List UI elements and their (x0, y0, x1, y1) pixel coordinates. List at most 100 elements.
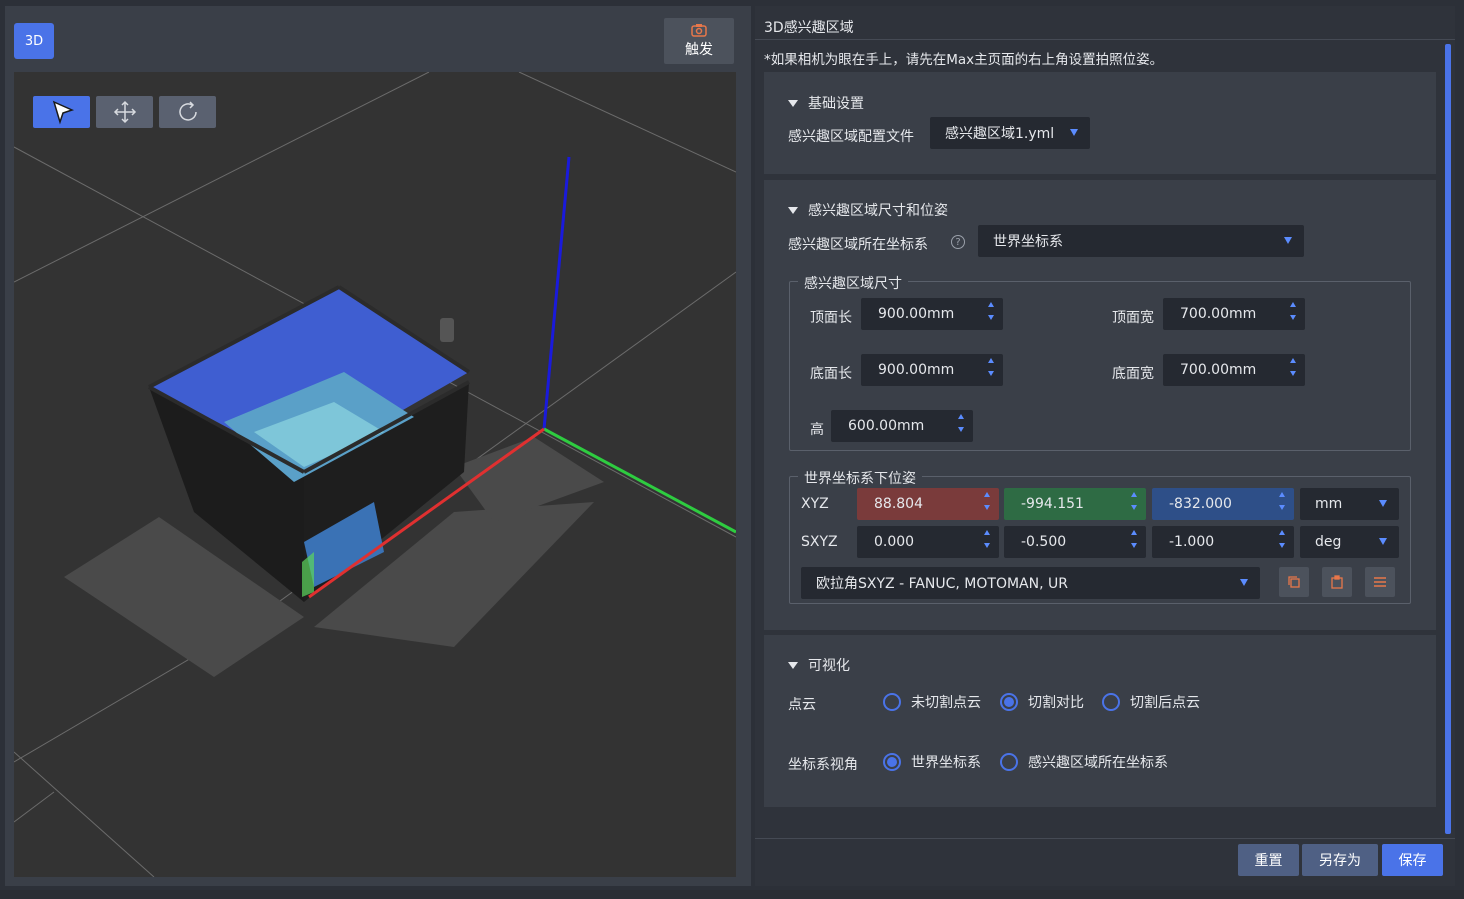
xyz-unit-value: mm (1315, 496, 1343, 512)
ry-input[interactable]: -0.500 (1004, 526, 1146, 558)
xyz-unit-select[interactable]: mm (1300, 488, 1399, 520)
sxyz-label: SXYZ (801, 534, 838, 550)
radio-label: 切割对比 (1028, 695, 1084, 711)
help-icon[interactable]: ? (951, 235, 965, 249)
save-as-button[interactable]: 另存为 (1302, 844, 1378, 876)
collapse-triangle-icon (788, 206, 798, 214)
config-file-select[interactable]: 感兴趣区域1.yml (930, 117, 1090, 149)
y-position-input[interactable]: -994.151 (1004, 488, 1146, 520)
height-value: 600.00mm (848, 418, 925, 434)
clipboard-icon (1331, 575, 1343, 589)
spin-arrows[interactable] (1290, 358, 1296, 376)
panel-title: 3D感兴趣区域 (764, 20, 854, 36)
height-label: 高 (810, 422, 824, 438)
radio-uncut-cloud[interactable]: 未切割点云 (883, 692, 981, 712)
radio-cut-cloud[interactable]: 切割后点云 (1102, 692, 1200, 712)
basic-settings-title: 基础设置 (808, 96, 864, 112)
collapse-triangle-icon (788, 99, 798, 107)
spin-arrows[interactable] (984, 530, 990, 548)
select-tool-button[interactable] (33, 96, 90, 128)
roi-size-group: 感兴趣区域尺寸 顶面长 900.00mm 顶面宽 700.00mm 底面长 90… (789, 273, 1411, 451)
visualization-header[interactable]: 可视化 (788, 655, 850, 675)
world-pose-group: 世界坐标系下位姿 XYZ 88.804 -994.151 -832.000 mm (789, 468, 1411, 604)
sxyz-unit-select[interactable]: deg (1300, 526, 1399, 558)
spin-arrows[interactable] (1279, 530, 1285, 548)
select-arrow-icon (52, 100, 74, 125)
bottom-width-input[interactable]: 700.00mm (1163, 354, 1305, 386)
size-pose-header[interactable]: 感兴趣区域尺寸和位姿 (788, 200, 948, 220)
spin-arrows[interactable] (988, 302, 994, 320)
rx-input[interactable]: 0.000 (857, 526, 999, 558)
spin-arrows[interactable] (1279, 492, 1285, 510)
3d-viewport[interactable] (14, 72, 736, 877)
view-frame-label: 坐标系视角 (788, 757, 858, 773)
spin-arrows[interactable] (958, 414, 964, 432)
size-pose-title: 感兴趣区域尺寸和位姿 (808, 203, 948, 219)
x-value: 88.804 (874, 496, 923, 512)
bottom-length-value: 900.00mm (878, 362, 955, 378)
collapse-triangle-icon (788, 661, 798, 669)
z-position-input[interactable]: -832.000 (1152, 488, 1294, 520)
paste-pose-button[interactable] (1322, 567, 1352, 597)
bottom-width-value: 700.00mm (1180, 362, 1257, 378)
save-button[interactable]: 保存 (1382, 844, 1443, 876)
copy-pose-button[interactable] (1279, 567, 1309, 597)
roi-frame-label: 感兴趣区域所在坐标系 (788, 237, 928, 253)
move-tool-button[interactable] (96, 96, 153, 128)
bottom-width-label: 底面宽 (1112, 366, 1154, 382)
radio-label: 感兴趣区域所在坐标系 (1028, 755, 1168, 771)
basic-settings-section: 基础设置 感兴趣区域配置文件 感兴趣区域1.yml (764, 72, 1436, 174)
radio-world-frame[interactable]: 世界坐标系 (883, 752, 981, 772)
sxyz-unit-value: deg (1315, 534, 1342, 550)
eye-in-hand-note: *如果相机为眼在手上，请先在Max主页面的右上角设置拍照位姿。 (764, 52, 1164, 68)
title-divider (755, 39, 1455, 40)
spin-arrows[interactable] (1290, 302, 1296, 320)
roi-frame-select[interactable]: 世界坐标系 (978, 225, 1304, 257)
point-cloud-label: 点云 (788, 697, 816, 713)
chevron-down-icon (1379, 538, 1387, 545)
trigger-button[interactable]: 触发 (664, 18, 734, 64)
spin-arrows[interactable] (988, 358, 994, 376)
menu-icon (1374, 577, 1386, 587)
spin-arrows[interactable] (1131, 530, 1137, 548)
reset-button[interactable]: 重置 (1238, 844, 1299, 876)
top-length-input[interactable]: 900.00mm (861, 298, 1003, 330)
roi-size-pose-section: 感兴趣区域尺寸和位姿 感兴趣区域所在坐标系 ? 世界坐标系 感兴趣区域尺寸 顶面… (764, 180, 1436, 630)
z-value: -832.000 (1169, 496, 1232, 512)
copy-icon (1288, 576, 1300, 588)
rotate-icon (178, 101, 197, 121)
basic-settings-header[interactable]: 基础设置 (788, 93, 864, 113)
roi-settings-panel: 3D感兴趣区域 *如果相机为眼在手上，请先在Max主页面的右上角设置拍照位姿。 … (755, 6, 1455, 886)
viewer-panel: 3D 触发 (5, 6, 751, 886)
chevron-down-icon (1240, 579, 1248, 586)
panel-scrollbar[interactable] (1445, 44, 1451, 834)
status-strip (0, 890, 1464, 899)
top-width-label: 顶面宽 (1112, 310, 1154, 326)
bottom-length-input[interactable]: 900.00mm (861, 354, 1003, 386)
config-file-value: 感兴趣区域1.yml (945, 126, 1055, 142)
euler-convention-value: 欧拉角SXYZ - FANUC, MOTOMAN, UR (816, 576, 1068, 592)
chevron-down-icon (1284, 237, 1292, 244)
radio-cut-compare[interactable]: 切割对比 (1000, 692, 1084, 712)
ry-value: -0.500 (1021, 534, 1067, 550)
bottom-length-label: 底面长 (810, 366, 852, 382)
visualization-section: 可视化 点云 未切割点云 切割对比 切割后点云 坐标系视角 世界坐标系 感兴趣区… (764, 635, 1436, 807)
spin-arrows[interactable] (984, 492, 990, 510)
euler-convention-select[interactable]: 欧拉角SXYZ - FANUC, MOTOMAN, UR (801, 567, 1260, 599)
x-position-input[interactable]: 88.804 (857, 488, 999, 520)
world-pose-legend: 世界坐标系下位姿 (798, 468, 922, 488)
radio-label: 切割后点云 (1130, 695, 1200, 711)
pose-menu-button[interactable] (1365, 567, 1395, 597)
spin-arrows[interactable] (1131, 492, 1137, 510)
height-input[interactable]: 600.00mm (831, 410, 973, 442)
chevron-down-icon (1070, 129, 1078, 136)
top-width-input[interactable]: 700.00mm (1163, 298, 1305, 330)
config-file-label: 感兴趣区域配置文件 (788, 129, 914, 145)
radio-roi-frame[interactable]: 感兴趣区域所在坐标系 (1000, 752, 1168, 772)
rx-value: 0.000 (874, 534, 915, 550)
radio-circle-selected (1000, 693, 1018, 711)
rotate-tool-button[interactable] (159, 96, 216, 128)
radio-circle-selected (883, 753, 901, 771)
mode-3d-button[interactable]: 3D (14, 23, 54, 59)
rz-input[interactable]: -1.000 (1152, 526, 1294, 558)
